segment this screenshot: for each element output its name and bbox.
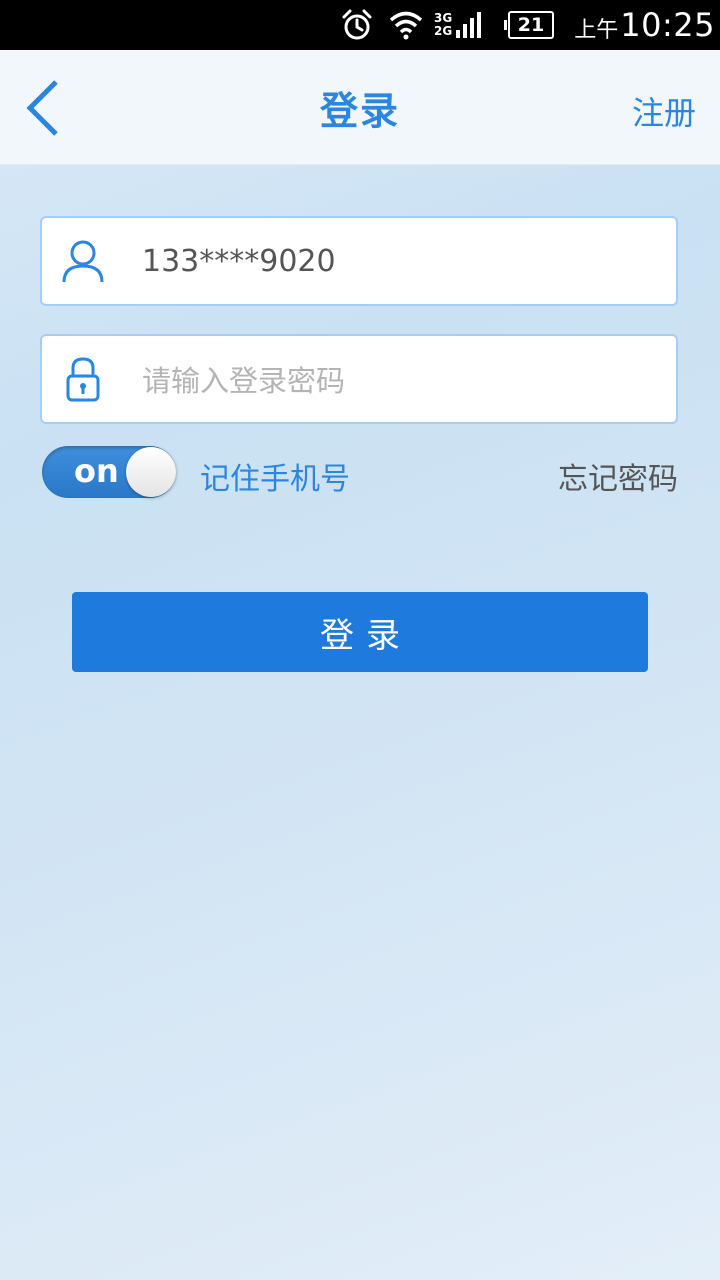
forgot-password-link[interactable]: 忘记密码 <box>558 454 678 498</box>
toggle-knob <box>126 447 176 497</box>
lock-icon <box>66 357 100 402</box>
toggle-state-label: on <box>74 452 119 490</box>
status-clock: 上午 10:25 <box>570 0 715 50</box>
status-time: 10:25 <box>620 6 715 44</box>
password-input[interactable]: 请输入登录密码 <box>142 336 662 422</box>
status-ampm: 上午 <box>574 18 619 43</box>
alarm-icon <box>340 0 376 50</box>
wifi-icon <box>388 0 426 50</box>
phone-field[interactable]: 133****9020 <box>40 216 678 306</box>
phone-input[interactable]: 133****9020 <box>142 218 662 304</box>
user-icon <box>62 240 104 283</box>
title-bar: 登录 注册 <box>0 50 720 165</box>
network-type-bottom: 2G <box>434 24 453 38</box>
battery-level: 21 <box>517 14 545 36</box>
signal-icon: 3G 2G <box>434 0 498 50</box>
remember-phone-toggle[interactable]: on <box>42 446 176 498</box>
login-button[interactable]: 登录 <box>72 592 648 672</box>
password-field[interactable]: 请输入登录密码 <box>40 334 678 424</box>
remember-phone-label[interactable]: 记住手机号 <box>200 454 350 498</box>
register-link[interactable]: 注册 <box>632 88 696 134</box>
page-title: 登录 <box>319 89 400 133</box>
battery-icon: 21 <box>504 0 558 50</box>
status-bar: 3G 2G 21 上午 10:25 <box>0 0 720 50</box>
login-screen: 3G 2G 21 上午 10:25 登录 注册 133****9020 请输入登… <box>0 0 720 1280</box>
